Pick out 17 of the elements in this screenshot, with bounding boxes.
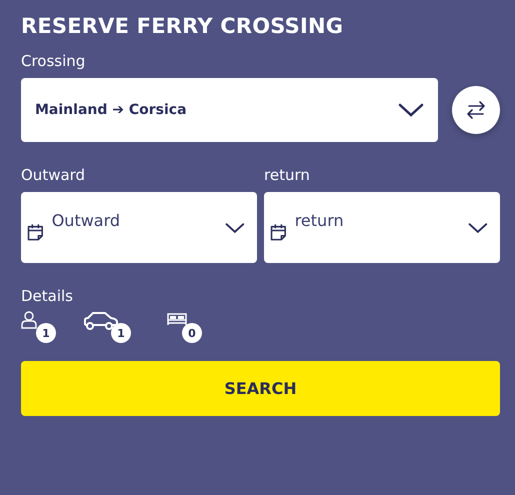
crossing-select[interactable]: Mainland ➔ Corsica [21,78,438,142]
field-label: Details [21,287,74,305]
count-badge: 1 [36,323,56,343]
form-title: RESERVE FERRY CROSSING [21,14,344,38]
swap-button[interactable] [452,86,500,134]
count-badge: 0 [182,323,202,343]
date-picker[interactable]: return [264,192,500,263]
field-label: return [264,166,310,184]
car-icon[interactable] [83,311,119,331]
person-icon[interactable] [21,311,37,329]
bed-icon[interactable] [167,312,187,326]
field-label: Crossing [21,52,86,70]
field-label: Outward [21,166,86,184]
search-button[interactable]: SEARCH [21,361,500,416]
count-badge: 1 [111,323,131,343]
date-picker[interactable]: Outward [21,192,257,263]
chevron-down-icon [398,102,424,118]
